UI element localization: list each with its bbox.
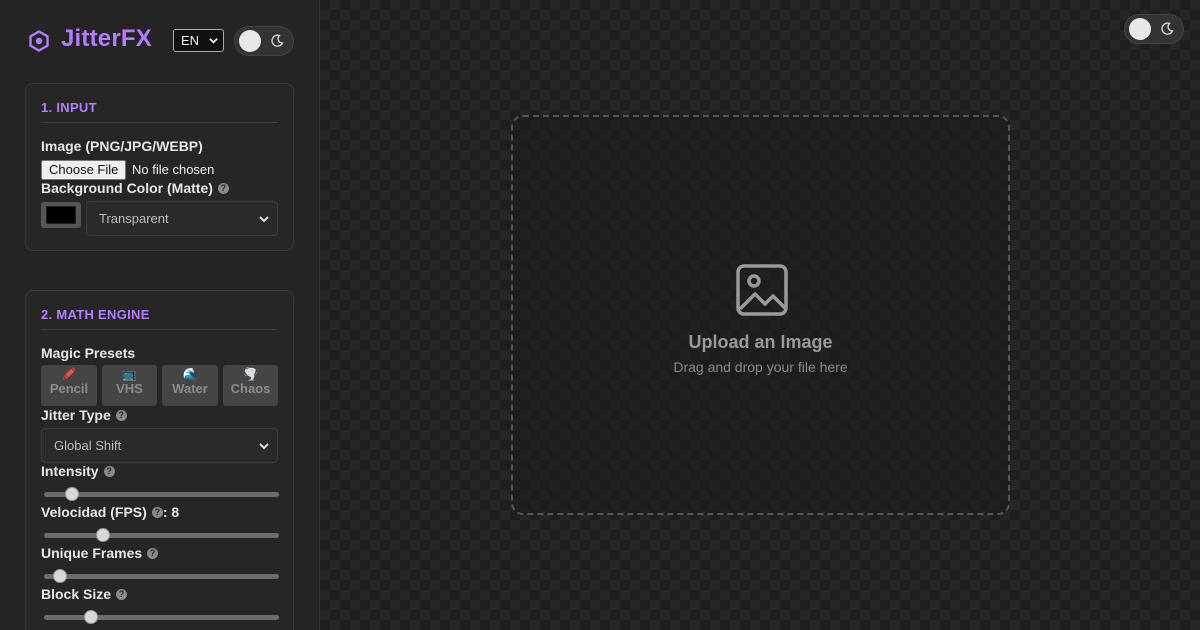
sidebar: JitterFX EN 1. INPUT Image (PNG/JPG/WEBP… [0,0,320,630]
slider-thumb[interactable] [95,528,110,542]
theme-toggle[interactable] [1124,14,1184,44]
block-size-label: Block Size? [41,586,128,602]
help-icon[interactable]: ? [103,465,115,477]
help-icon[interactable]: ? [217,182,229,194]
wave-icon: 🌊 [182,367,198,381]
image-icon [736,264,788,316]
brand-row: JitterFX EN [28,24,298,56]
bg-color-label: Background Color (Matte)? [41,180,229,196]
divider [41,122,278,123]
tornado-icon: 🌪️ [243,367,258,381]
presets-label: Magic Presets [41,345,136,361]
preset-label: Pencil [49,381,89,396]
file-status: No file chosen [132,162,215,177]
theme-toggle[interactable] [234,26,294,56]
bg-mode-select[interactable]: Transparent [86,201,278,236]
help-icon[interactable]: ? [147,547,159,559]
toggle-knob [1129,18,1151,40]
language-select[interactable]: EN [173,29,224,52]
moon-icon [271,34,284,47]
help-icon[interactable]: ? [115,409,127,421]
language-value: EN [181,33,200,48]
moon-icon [1161,22,1174,35]
hexagon-logo-icon [29,30,49,52]
upload-dropzone[interactable]: Upload an Image Drag and drop your file … [511,115,1010,515]
preset-label: Water [172,381,208,396]
slider-thumb[interactable] [53,569,68,583]
bg-mode-value: Transparent [99,211,169,226]
math-section-title: 2. MATH ENGINE [41,307,150,322]
slider-track [44,533,279,538]
unique-frames-slider[interactable] [44,569,279,583]
slider-track [44,615,279,620]
upload-subtitle: Drag and drop your file here [673,359,848,375]
math-engine-card: 2. MATH ENGINE Magic Presets 🖍️ Pencil 📺… [25,290,294,630]
jitter-type-label-text: Jitter Type [41,407,111,423]
fps-label-text: Velocidad (FPS) [41,504,147,520]
fps-label: Velocidad (FPS)?: 8 [41,504,179,520]
preset-pencil-button[interactable]: 🖍️ Pencil [41,365,97,406]
tv-icon: 📺 [122,367,137,381]
preset-label: Chaos [230,381,271,396]
divider [41,329,278,330]
input-card: 1. INPUT Image (PNG/JPG/WEBP) Choose Fil… [25,83,294,251]
block-size-label-text: Block Size [41,586,112,602]
jitter-type-select[interactable]: Global Shift [41,428,278,463]
chevron-down-icon [259,216,269,223]
bg-color-picker[interactable] [41,202,81,228]
pencil-icon: 🖍️ [61,367,77,381]
slider-thumb[interactable] [84,610,98,624]
bg-color-label-text: Background Color (Matte) [41,180,213,196]
choose-file-button[interactable]: Choose File [41,160,127,180]
chevron-down-icon [209,38,218,44]
unique-frames-label-text: Unique Frames [41,545,143,561]
preset-vhs-button[interactable]: 📺 VHS [102,365,157,406]
app-name: JitterFX [61,25,152,52]
preset-water-button[interactable]: 🌊 Water [162,365,218,406]
intensity-label: Intensity? [41,463,115,479]
fps-slider[interactable] [44,528,279,542]
input-section-title: 1. INPUT [41,100,97,115]
toggle-knob [239,30,261,52]
slider-track [44,492,279,497]
preset-chaos-button[interactable]: 🌪️ Chaos [223,365,278,406]
fps-value: : 8 [162,504,180,520]
color-swatch-fill [46,206,76,224]
intensity-slider[interactable] [44,487,279,501]
slider-track [44,574,279,579]
help-icon[interactable]: ? [116,588,128,600]
slider-thumb[interactable] [65,487,80,501]
preset-label: VHS [116,381,143,396]
jitter-type-label: Jitter Type? [41,407,127,423]
unique-frames-label: Unique Frames? [41,545,159,561]
block-size-slider[interactable] [44,610,279,624]
image-label: Image (PNG/JPG/WEBP) [41,138,203,154]
help-icon[interactable]: ? [151,506,163,518]
chevron-down-icon [259,443,269,450]
presets-row: 🖍️ Pencil 📺 VHS 🌊 Water 🌪️ Chaos [41,365,279,407]
jitter-type-value: Global Shift [54,438,122,453]
canvas-area: Upload an Image Drag and drop your file … [320,0,1200,630]
intensity-label-text: Intensity [41,463,99,479]
upload-title: Upload an Image [688,332,833,352]
